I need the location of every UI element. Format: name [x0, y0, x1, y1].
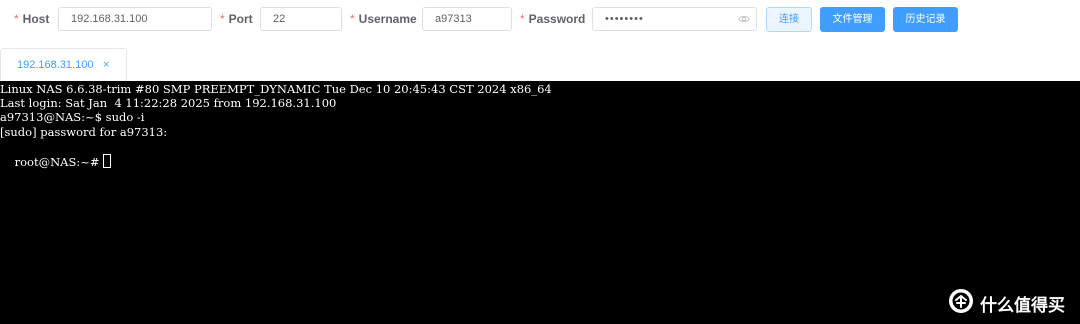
terminal-cursor [103, 154, 112, 168]
terminal[interactable]: Linux NAS 6.6.38-trim #80 SMP PREEMPT_DY… [0, 81, 1080, 324]
password-label: * Password [520, 12, 586, 26]
eye-icon[interactable] [738, 13, 750, 25]
port-label: * Port [220, 12, 253, 26]
history-button[interactable]: 历史记录 [893, 7, 958, 32]
tab-label: 192.168.31.100 [17, 59, 94, 71]
required-mark: * [350, 12, 355, 26]
watermark-text: 什么值得买 [980, 296, 1065, 316]
host-input[interactable]: 192.168.31.100 [58, 7, 212, 31]
terminal-line: Last login: Sat Jan 4 11:22:28 2025 from… [0, 96, 337, 110]
connect-button[interactable]: 连接 [766, 7, 812, 32]
required-mark: * [220, 12, 225, 26]
port-input[interactable]: 22 [260, 7, 342, 31]
terminal-line: a97313@NAS:~$ sudo -i [0, 110, 145, 124]
tab-session[interactable]: 192.168.31.100 × [0, 48, 127, 81]
required-mark: * [14, 12, 19, 26]
terminal-line: Linux NAS 6.6.38-trim #80 SMP PREEMPT_DY… [0, 82, 552, 96]
terminal-line: [sudo] password for a97313: [0, 125, 168, 139]
connection-toolbar: * Host 192.168.31.100 * Port 22 * Username … [0, 0, 1080, 40]
password-input[interactable]: •••••••• [592, 7, 757, 31]
file-manager-button[interactable]: 文件管理 [820, 7, 885, 32]
host-label: * Host [14, 12, 50, 26]
smzdm-logo-icon [949, 289, 973, 313]
close-icon[interactable]: × [103, 58, 109, 72]
session-tabs: 192.168.31.100 × [0, 48, 1080, 81]
required-mark: * [520, 12, 525, 26]
username-input[interactable]: a97313 [422, 7, 512, 31]
username-label: * Username [350, 12, 417, 26]
terminal-prompt-line: root@NAS:~# [0, 140, 112, 169]
